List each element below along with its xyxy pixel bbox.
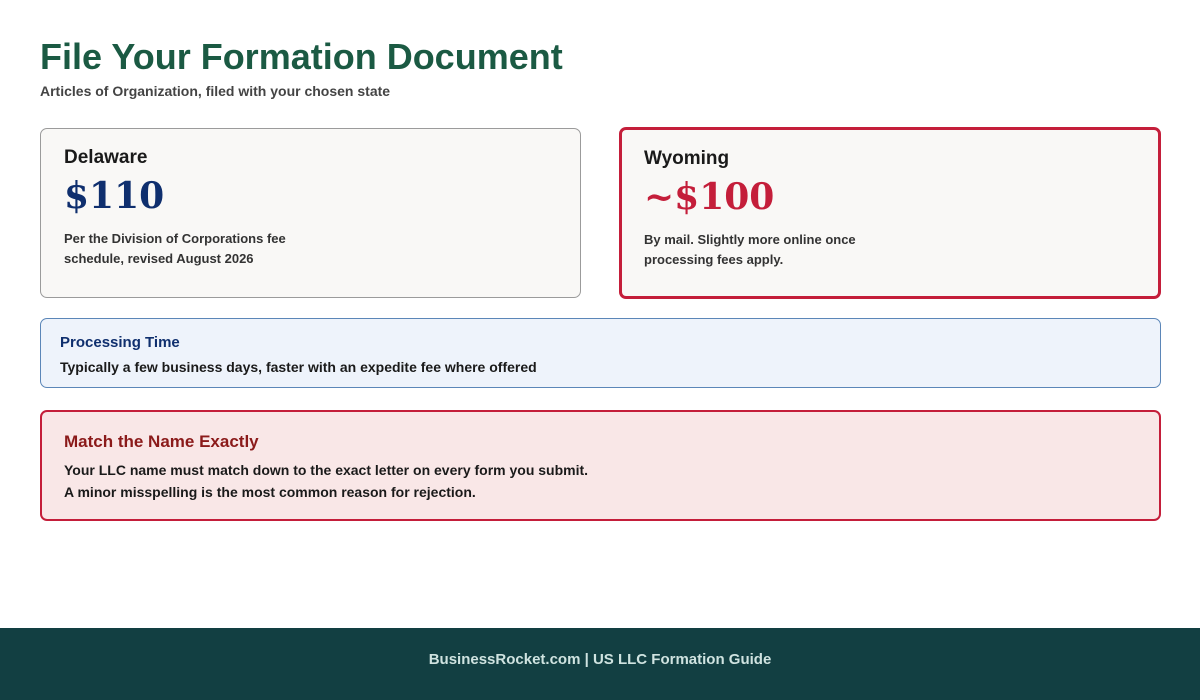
wyoming-note: By mail. Slightly more online once proce… bbox=[644, 232, 856, 267]
warning-line-1: Your LLC name must match down to the exa… bbox=[64, 462, 589, 478]
wyoming-state-name: Wyoming bbox=[644, 148, 730, 169]
footer-text: BusinessRocket.com | US LLC Formation Gu… bbox=[428, 651, 772, 668]
name-match-warning-box: Match the Name Exactly Your LLC name mus… bbox=[40, 410, 1161, 521]
processing-time-text: Typically a few business days, faster wi… bbox=[60, 359, 537, 375]
wyoming-card: Wyoming ~$100 By mail. Slightly more onl… bbox=[619, 127, 1161, 299]
delaware-note: Per the Division of Corporations fee sch… bbox=[64, 231, 286, 266]
delaware-card: Delaware $110 Per the Division of Corpor… bbox=[40, 128, 581, 298]
delaware-state-name: Delaware bbox=[64, 147, 148, 168]
warning-title: Match the Name Exactly bbox=[64, 432, 259, 451]
page-subtitle: Articles of Organization, filed with you… bbox=[40, 83, 391, 99]
processing-time-box: Processing Time Typically a few business… bbox=[40, 318, 1161, 388]
warning-line-2: A minor misspelling is the most common r… bbox=[64, 484, 476, 500]
page-title: File Your Formation Document bbox=[40, 36, 563, 77]
wyoming-price: ~$100 bbox=[644, 176, 775, 218]
footer: BusinessRocket.com | US LLC Formation Gu… bbox=[0, 628, 1200, 700]
processing-time-title: Processing Time bbox=[60, 334, 180, 351]
page: File Your Formation Document Articles of… bbox=[0, 0, 1200, 700]
delaware-price: $110 bbox=[64, 175, 165, 217]
